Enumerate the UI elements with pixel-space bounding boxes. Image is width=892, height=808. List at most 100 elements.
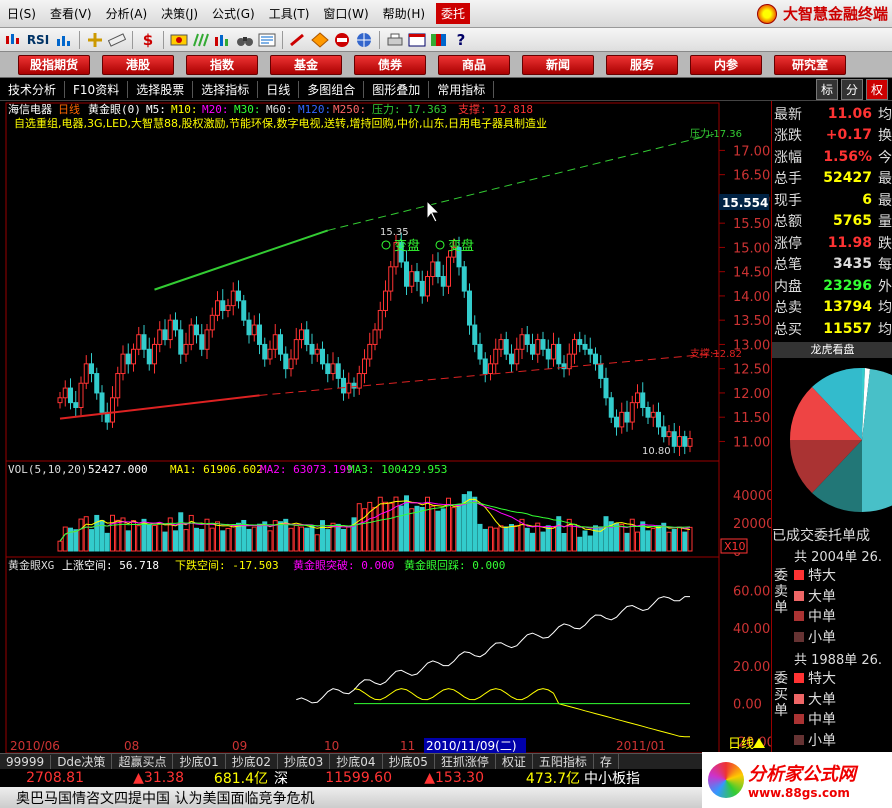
multi-chart-button[interactable]: 多图组合 <box>299 81 365 98</box>
nav-bonds[interactable]: 债券 <box>354 54 426 75</box>
chart-area[interactable]: 海信电器 日线 黄金眼(0) M5: M10: M20: M30: M60: M… <box>0 101 892 791</box>
nav-research[interactable]: 研究室 <box>774 54 846 75</box>
nav-funds[interactable]: 基金 <box>270 54 342 75</box>
nav-commodities[interactable]: 商品 <box>438 54 510 75</box>
order-swatch <box>794 734 804 745</box>
volume-bar <box>587 535 593 552</box>
watermark-title: 分析家公式网 <box>748 764 856 785</box>
compare-icon[interactable] <box>169 31 189 49</box>
binoculars-icon[interactable] <box>235 31 255 49</box>
bars-color-icon[interactable] <box>213 31 233 49</box>
nav-news[interactable]: 新闻 <box>522 54 594 75</box>
bottom-tab[interactable]: 抄底05 <box>383 753 435 770</box>
quote-side-label: 外 <box>878 278 892 295</box>
candle-body <box>341 377 346 394</box>
bottom-tab[interactable]: 99999 <box>0 754 52 769</box>
volume-bar <box>314 534 320 552</box>
quote-row: 涨幅 1.56% 今 <box>772 146 892 168</box>
nav-index[interactable]: 指数 <box>186 54 258 75</box>
tab-rights[interactable]: 权 <box>865 79 888 100</box>
candle-body <box>152 343 157 365</box>
pressure-line-label: 压力:17.36 <box>690 127 742 140</box>
candle-body <box>236 290 241 302</box>
candle-body <box>110 397 115 423</box>
diamond-icon[interactable] <box>310 31 330 49</box>
nav-hk-stocks[interactable]: 港股 <box>102 54 174 75</box>
menu-item-formula[interactable]: 公式(G) <box>205 5 262 22</box>
menu-item-tools[interactable]: 工具(T) <box>262 5 317 22</box>
question-icon[interactable]: ? <box>451 31 471 49</box>
f10-button[interactable]: F10资料 <box>65 81 129 98</box>
vol-unit-badge: X10 <box>724 540 746 553</box>
bars-icon[interactable] <box>54 31 74 49</box>
menu-item-system[interactable]: 日(S) <box>0 5 43 22</box>
menu-item-trade[interactable]: 委托 <box>436 3 471 24</box>
rsi-button[interactable]: RSI <box>24 31 52 49</box>
volume-bar <box>451 507 457 552</box>
print-icon[interactable] <box>385 31 405 49</box>
candle-body <box>519 334 525 350</box>
select-stock-button[interactable]: 选择股票 <box>128 81 194 98</box>
candle-body <box>556 343 562 365</box>
volume-bar <box>220 530 226 552</box>
menu-item-analysis[interactable]: 分析(A) <box>99 5 155 22</box>
dollar-icon[interactable]: $ <box>138 31 158 49</box>
candle-body <box>241 300 247 321</box>
sell-total: 共 2004单 26. <box>794 550 883 565</box>
candle-body <box>477 343 483 360</box>
toolbar-divider <box>132 30 133 49</box>
bottom-tab[interactable]: 超赢买点 <box>112 753 174 770</box>
menu-item-decision[interactable]: 决策(J) <box>154 5 205 22</box>
common-indicators-button[interactable]: 常用指标 <box>429 81 495 98</box>
order-swatch <box>794 693 804 704</box>
volume-bar <box>120 517 126 552</box>
quote-label: 总手 <box>774 171 802 188</box>
window-icon[interactable] <box>407 31 427 49</box>
quote-row: 现手 6 最 <box>772 189 892 211</box>
f10-icon[interactable] <box>257 31 277 49</box>
bottom-tab[interactable]: 抄底04 <box>330 753 383 770</box>
nav-stock-index-futures[interactable]: 股指期货 <box>18 54 90 75</box>
nav-services[interactable]: 服务 <box>606 54 678 75</box>
select-indicator-button[interactable]: 选择指标 <box>193 81 259 98</box>
globe-icon[interactable] <box>354 31 374 49</box>
tech-analysis-button[interactable]: 技术分析 <box>0 81 66 98</box>
volume-bar <box>482 528 488 552</box>
cross-icon[interactable] <box>85 31 105 49</box>
candle-body <box>251 324 257 336</box>
tab-timeshare[interactable]: 分 <box>840 79 863 100</box>
menu-item-help[interactable]: 帮助(H) <box>376 5 432 22</box>
candle-body <box>682 436 688 447</box>
price-tick-label: 15.00 <box>733 241 770 256</box>
no-entry-icon[interactable] <box>332 31 352 49</box>
overlay-button[interactable]: 图形叠加 <box>364 81 430 98</box>
order-pie-chart[interactable] <box>772 358 892 522</box>
volume-bar <box>509 524 514 552</box>
sz-index-amount: 473.7亿 <box>525 771 580 787</box>
candle-body <box>498 339 504 350</box>
pointer-icon[interactable] <box>288 31 308 49</box>
volume-bar <box>104 532 110 552</box>
tab-mark[interactable]: 标 <box>815 79 838 100</box>
menu-item-view[interactable]: 查看(V) <box>43 5 99 22</box>
quote-side-label: 每 <box>878 257 892 274</box>
pie-panel: 龙虎看盘 已成交委托单成 <box>772 342 892 544</box>
bottom-tab[interactable]: Dde决策 <box>51 753 113 770</box>
nav-insider[interactable]: 内参 <box>690 54 762 75</box>
volume-bar <box>624 532 630 552</box>
order-size-label: 特大 <box>808 671 836 688</box>
menu-item-window[interactable]: 窗口(W) <box>316 5 375 22</box>
daily-period-button[interactable]: 日线 <box>258 81 300 98</box>
volume-bar <box>372 506 378 552</box>
volume-bar <box>278 521 283 552</box>
volume-bar <box>619 523 625 552</box>
columns-icon[interactable] <box>191 31 211 49</box>
candle-body <box>73 402 79 408</box>
book-icon[interactable] <box>429 31 449 49</box>
candle-body <box>409 271 415 287</box>
volume-bar <box>225 527 231 552</box>
k-line-icon[interactable] <box>2 31 22 49</box>
ruler-icon[interactable] <box>107 31 127 49</box>
volume-bar <box>146 523 152 552</box>
order-row: 特大 <box>794 565 892 586</box>
